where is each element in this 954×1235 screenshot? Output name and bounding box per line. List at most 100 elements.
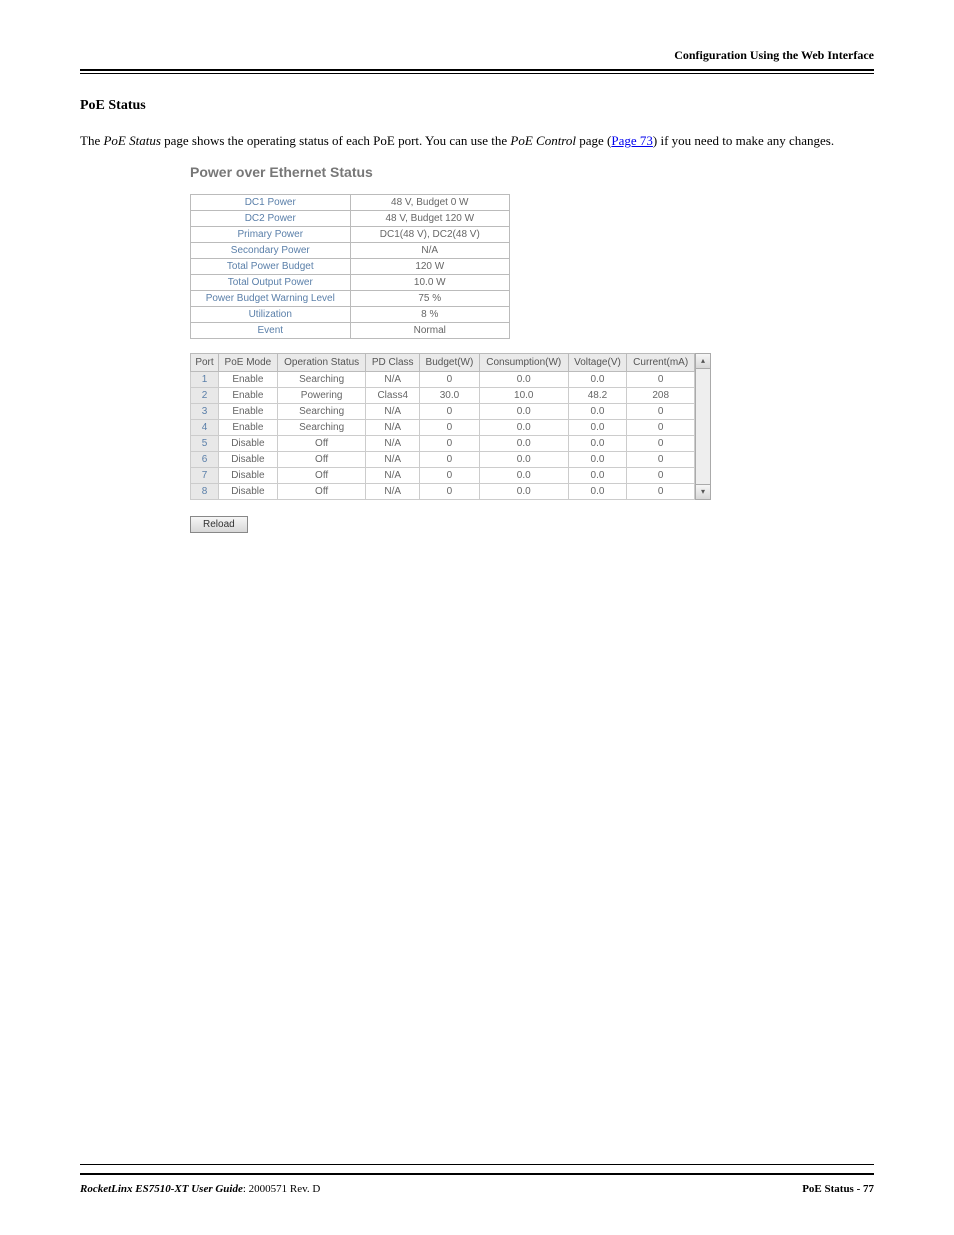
ports-header-cell: Current(mA) <box>627 353 695 371</box>
intro-em2: PoE Control <box>510 133 576 148</box>
page-header: Configuration Using the Web Interface <box>80 48 874 74</box>
summary-row: EventNormal <box>191 322 510 338</box>
ports-header-cell: Consumption(W) <box>479 353 568 371</box>
voltage-cell: 0.0 <box>568 419 627 435</box>
pd-class-cell: N/A <box>366 451 419 467</box>
ports-scrollbar[interactable]: ▴ ▾ <box>695 353 711 500</box>
consumption-cell: 0.0 <box>479 435 568 451</box>
operation-status-cell: Searching <box>277 419 366 435</box>
summary-label: Total Output Power <box>191 274 351 290</box>
operation-status-cell: Off <box>277 451 366 467</box>
ports-tbody: 1EnableSearchingN/A00.00.002EnablePoweri… <box>191 371 695 499</box>
port-number-cell: 7 <box>191 467 219 483</box>
table-row: 5DisableOffN/A00.00.00 <box>191 435 695 451</box>
summary-value: DC1(48 V), DC2(48 V) <box>350 226 509 242</box>
port-number-cell: 8 <box>191 483 219 499</box>
header-rule-thin <box>80 73 874 74</box>
table-row: 3EnableSearchingN/A00.00.00 <box>191 403 695 419</box>
summary-table: DC1 Power48 V, Budget 0 WDC2 Power48 V, … <box>190 194 510 339</box>
summary-value: 8 % <box>350 306 509 322</box>
intro-paragraph: The PoE Status page shows the operating … <box>80 132 874 150</box>
budget-cell: 0 <box>419 467 479 483</box>
summary-value: 120 W <box>350 258 509 274</box>
budget-cell: 0 <box>419 419 479 435</box>
ports-table: PortPoE ModeOperation StatusPD ClassBudg… <box>190 353 695 500</box>
summary-label: Secondary Power <box>191 242 351 258</box>
scroll-track[interactable] <box>696 369 710 484</box>
footer-guide-title: RocketLinx ES7510-XT User Guide <box>80 1183 243 1195</box>
pd-class-cell: N/A <box>366 435 419 451</box>
reload-button[interactable]: Reload <box>190 516 248 533</box>
summary-value: 10.0 W <box>350 274 509 290</box>
voltage-cell: 0.0 <box>568 403 627 419</box>
summary-value: N/A <box>350 242 509 258</box>
poe-mode-cell: Enable <box>219 403 278 419</box>
table-row: 8DisableOffN/A00.00.00 <box>191 483 695 499</box>
operation-status-cell: Searching <box>277 403 366 419</box>
ports-header-cell: PD Class <box>366 353 419 371</box>
summary-value: 48 V, Budget 120 W <box>350 210 509 226</box>
summary-row: DC1 Power48 V, Budget 0 W <box>191 194 510 210</box>
current-cell: 0 <box>627 419 695 435</box>
scroll-down-icon[interactable]: ▾ <box>696 484 710 499</box>
summary-value: 48 V, Budget 0 W <box>350 194 509 210</box>
operation-status-cell: Searching <box>277 371 366 387</box>
footer-rule-thin <box>80 1164 874 1165</box>
ports-header-row: PortPoE ModeOperation StatusPD ClassBudg… <box>191 353 695 371</box>
screenshot-title: Power over Ethernet Status <box>190 164 730 180</box>
pd-class-cell: N/A <box>366 467 419 483</box>
table-row: 1EnableSearchingN/A00.00.00 <box>191 371 695 387</box>
summary-row: Total Power Budget120 W <box>191 258 510 274</box>
poe-mode-cell: Disable <box>219 467 278 483</box>
operation-status-cell: Off <box>277 483 366 499</box>
summary-label: Power Budget Warning Level <box>191 290 351 306</box>
page-footer: RocketLinx ES7510-XT User Guide: 2000571… <box>80 1156 874 1195</box>
scroll-up-icon[interactable]: ▴ <box>696 354 710 369</box>
table-row: 7DisableOffN/A00.00.00 <box>191 467 695 483</box>
table-row: 6DisableOffN/A00.00.00 <box>191 451 695 467</box>
current-cell: 0 <box>627 483 695 499</box>
voltage-cell: 0.0 <box>568 467 627 483</box>
voltage-cell: 0.0 <box>568 451 627 467</box>
voltage-cell: 0.0 <box>568 483 627 499</box>
budget-cell: 0 <box>419 403 479 419</box>
summary-row: Utilization8 % <box>191 306 510 322</box>
footer-right: PoE Status - 77 <box>802 1183 874 1195</box>
ports-header-cell: Budget(W) <box>419 353 479 371</box>
footer-page-label: PoE Status - 77 <box>802 1183 874 1195</box>
intro-em1: PoE Status <box>103 133 160 148</box>
ports-header-cell: Port <box>191 353 219 371</box>
ports-header-cell: Operation Status <box>277 353 366 371</box>
footer-guide-rev: : 2000571 Rev. D <box>243 1183 321 1195</box>
summary-row: DC2 Power48 V, Budget 120 W <box>191 210 510 226</box>
voltage-cell: 0.0 <box>568 371 627 387</box>
budget-cell: 0 <box>419 483 479 499</box>
consumption-cell: 0.0 <box>479 451 568 467</box>
pd-class-cell: N/A <box>366 403 419 419</box>
summary-label: Primary Power <box>191 226 351 242</box>
voltage-cell: 0.0 <box>568 435 627 451</box>
summary-row: Primary PowerDC1(48 V), DC2(48 V) <box>191 226 510 242</box>
consumption-cell: 0.0 <box>479 419 568 435</box>
summary-row: Power Budget Warning Level75 % <box>191 290 510 306</box>
intro-text: page shows the operating status of each … <box>161 133 511 148</box>
summary-row: Total Output Power10.0 W <box>191 274 510 290</box>
budget-cell: 30.0 <box>419 387 479 403</box>
poe-mode-cell: Disable <box>219 483 278 499</box>
port-number-cell: 2 <box>191 387 219 403</box>
consumption-cell: 10.0 <box>479 387 568 403</box>
poe-mode-cell: Enable <box>219 419 278 435</box>
pd-class-cell: N/A <box>366 371 419 387</box>
current-cell: 0 <box>627 451 695 467</box>
ports-header-cell: PoE Mode <box>219 353 278 371</box>
summary-label: Utilization <box>191 306 351 322</box>
ports-header-cell: Voltage(V) <box>568 353 627 371</box>
current-cell: 0 <box>627 467 695 483</box>
section-title: PoE Status <box>80 98 874 114</box>
table-row: 4EnableSearchingN/A00.00.00 <box>191 419 695 435</box>
page-73-link[interactable]: Page 73 <box>611 133 653 148</box>
voltage-cell: 48.2 <box>568 387 627 403</box>
summary-label: Total Power Budget <box>191 258 351 274</box>
current-cell: 0 <box>627 371 695 387</box>
poe-status-screenshot: Power over Ethernet Status DC1 Power48 V… <box>190 164 730 533</box>
